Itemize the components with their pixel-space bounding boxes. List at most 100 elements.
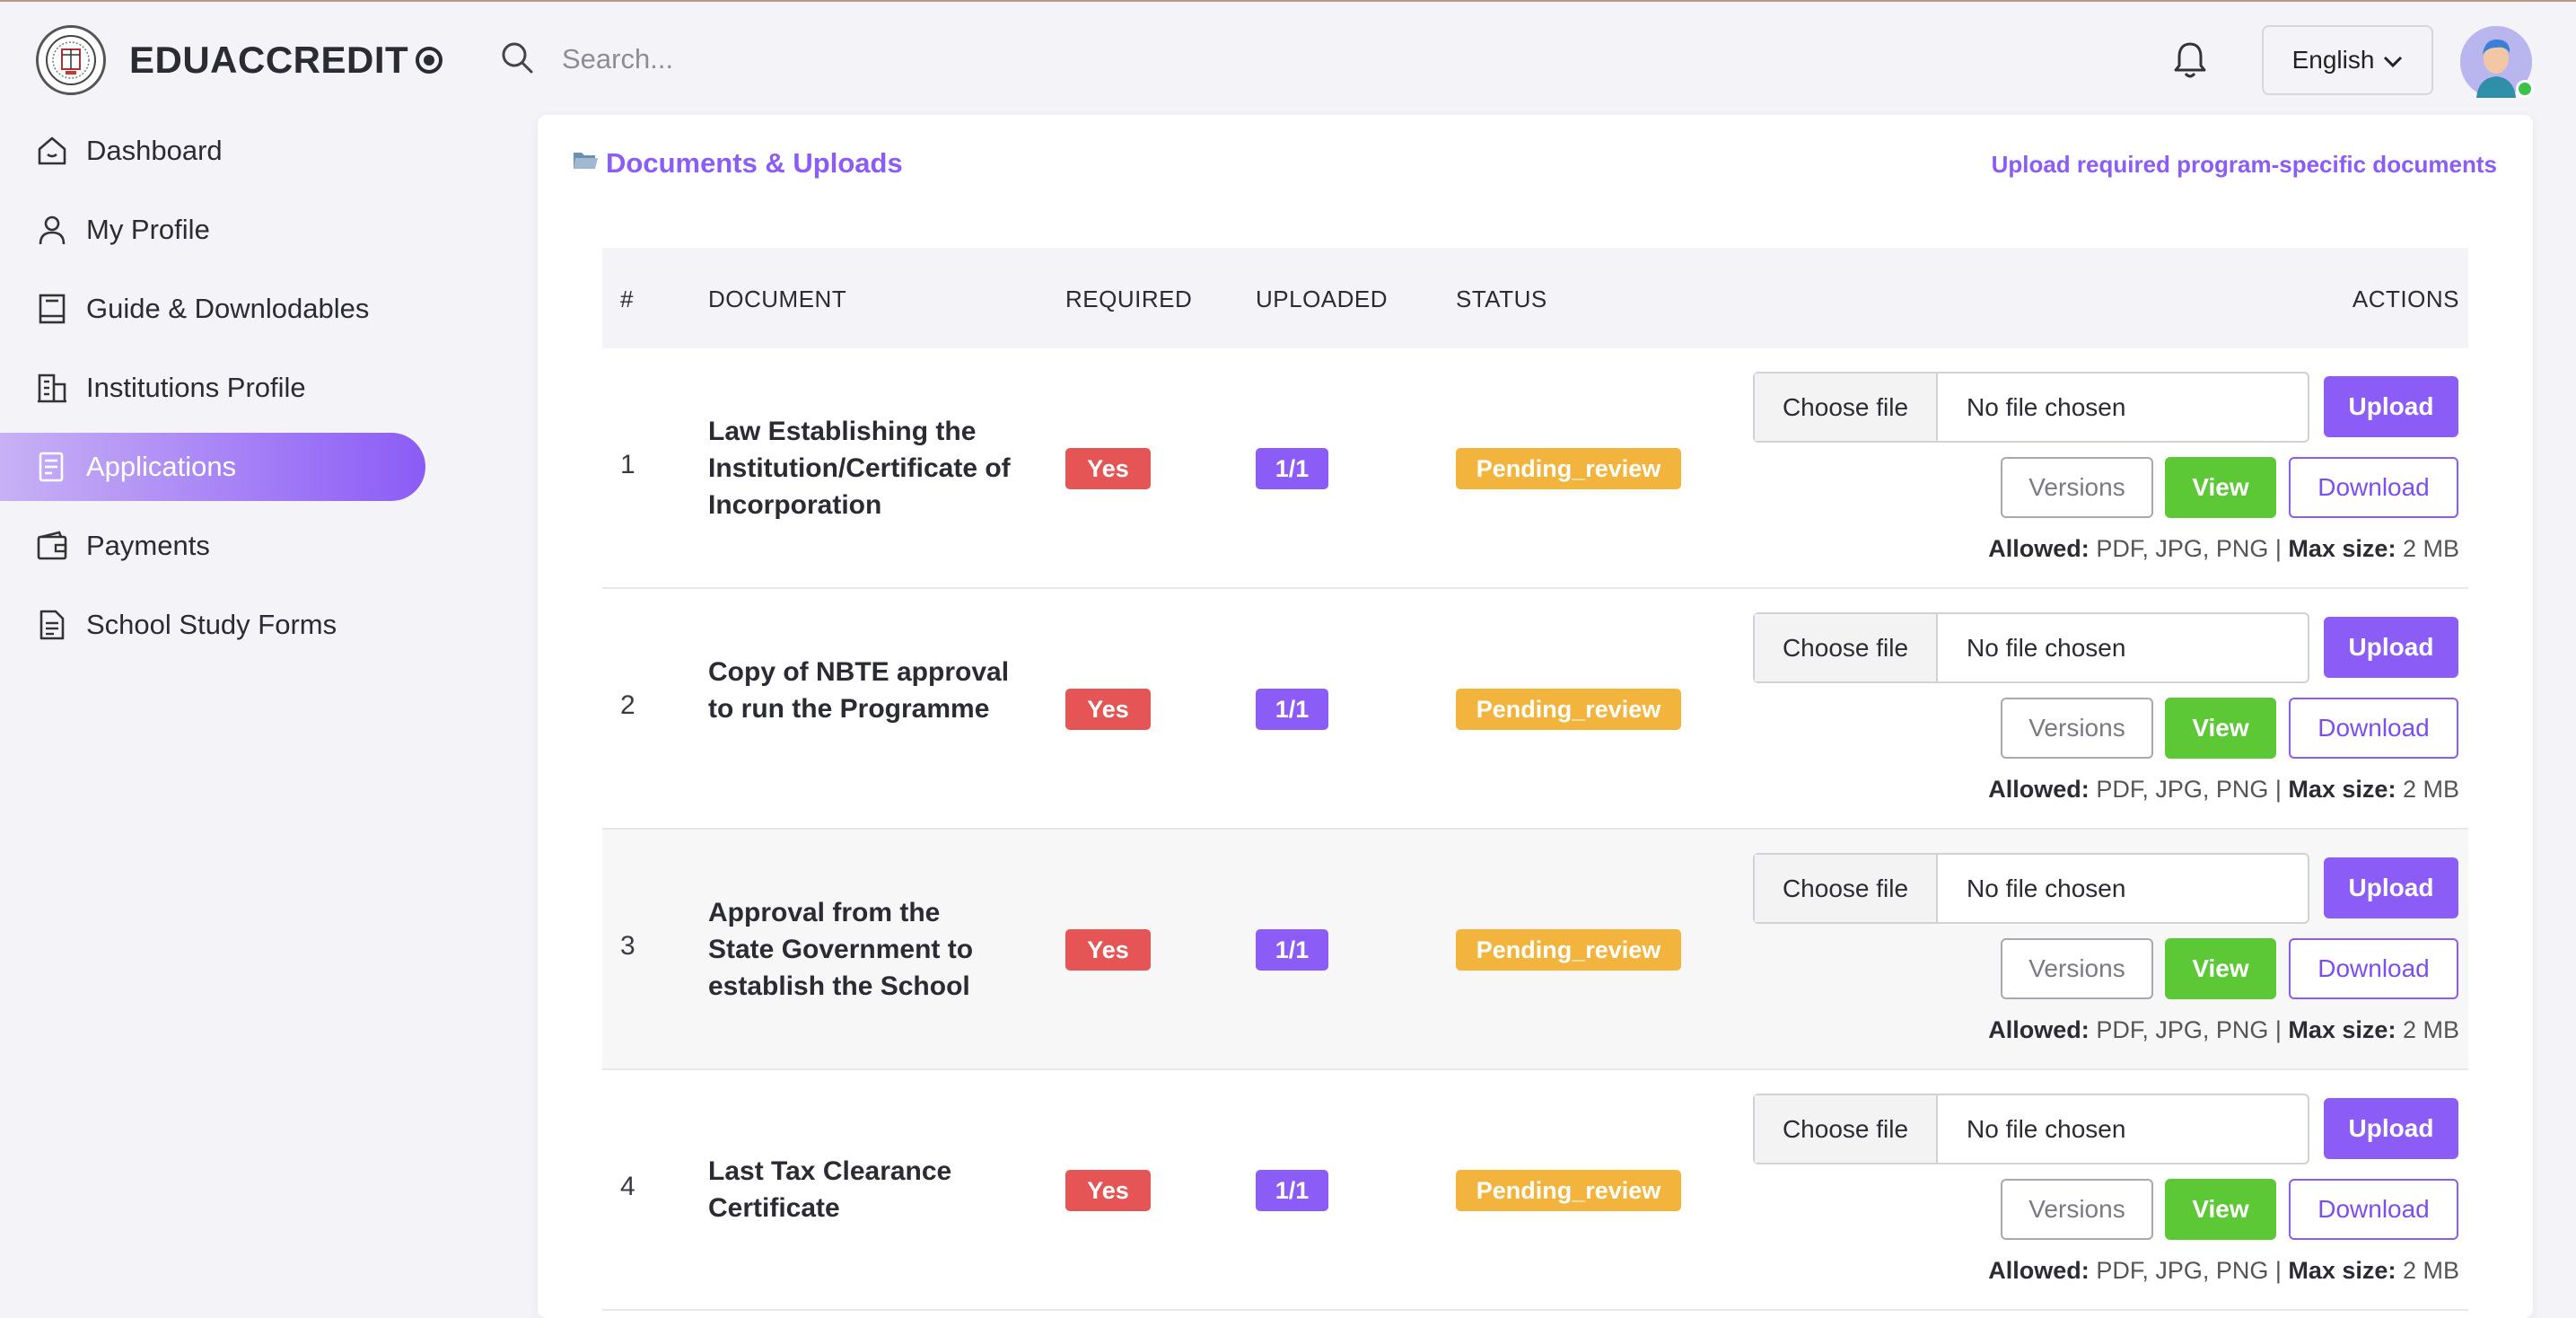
uploaded-badge: 1/1 [1256, 689, 1328, 730]
download-button[interactable]: Download [2289, 938, 2458, 999]
sidebar-item-dashboard[interactable]: Dashboard [0, 117, 431, 185]
sidebar-item-applications[interactable]: Applications [0, 433, 425, 501]
column-header-num: # [620, 286, 634, 312]
table-header: # DOCUMENT REQUIRED UPLOADED STATUS ACTI… [602, 248, 2468, 348]
versions-button[interactable]: Versions [2001, 1179, 2153, 1240]
choose-file-button[interactable]: Choose file [1755, 855, 1938, 922]
download-button[interactable]: Download [2289, 698, 2458, 759]
document-name: Copy of NBTE approval to run the Program… [708, 657, 1010, 724]
online-status-indicator [2516, 80, 2534, 98]
view-button[interactable]: View [2165, 1179, 2276, 1240]
uploaded-badge: 1/1 [1256, 448, 1328, 489]
sidebar-item-my-profile[interactable]: My Profile [0, 196, 431, 264]
download-button[interactable]: Download [2289, 457, 2458, 518]
sidebar-item-school-study-forms[interactable]: School Study Forms [0, 591, 431, 659]
document-name: Law Establishing the Institution/Certifi… [708, 417, 1011, 520]
max-size-label: Max size: [2288, 1016, 2396, 1043]
max-size-label: Max size: [2288, 535, 2396, 562]
allowed-types: PDF, JPG, PNG [2096, 535, 2269, 562]
language-selector[interactable]: English [2262, 25, 2433, 95]
allowed-label: Allowed: [1988, 1257, 2090, 1284]
upload-button[interactable]: Upload [2324, 857, 2458, 918]
upload-button[interactable]: Upload [2324, 1098, 2458, 1159]
brand-mark-icon [416, 47, 443, 74]
view-button[interactable]: View [2165, 698, 2276, 759]
status-badge: Pending_review [1456, 1170, 1681, 1211]
row-number: 4 [620, 1172, 635, 1201]
card-subtitle: Upload required program-specific documen… [1991, 151, 2497, 178]
table-row: 4 Last Tax Clearance Certificate Yes 1/1… [602, 1070, 2468, 1311]
versions-button[interactable]: Versions [2001, 698, 2153, 759]
document-icon [34, 607, 70, 643]
choose-file-button[interactable]: Choose file [1755, 1095, 1938, 1163]
file-input[interactable]: Choose file No file chosen [1753, 372, 2309, 443]
view-button[interactable]: View [2165, 938, 2276, 999]
sidebar-nav: Dashboard My Profile Guide & Downlodable… [0, 117, 431, 670]
table-row: 2 Copy of NBTE approval to run the Progr… [602, 589, 2468, 830]
sidebar-item-label: Payments [86, 530, 210, 561]
view-button[interactable]: View [2165, 457, 2276, 518]
required-badge: Yes [1065, 448, 1151, 489]
sidebar-item-label: Applications [86, 451, 237, 482]
max-size-value: 2 MB [2402, 1257, 2459, 1284]
search-icon[interactable] [499, 40, 535, 80]
file-input[interactable]: Choose file No file chosen [1753, 853, 2309, 924]
column-header-uploaded: UPLOADED [1256, 286, 1389, 312]
max-size-label: Max size: [2288, 1257, 2396, 1284]
choose-file-button[interactable]: Choose file [1755, 614, 1938, 681]
max-size-value: 2 MB [2402, 776, 2459, 803]
sidebar-item-institutions-profile[interactable]: Institutions Profile [0, 354, 431, 422]
user-avatar[interactable] [2460, 26, 2534, 98]
wallet-icon [34, 528, 70, 564]
versions-button[interactable]: Versions [2001, 938, 2153, 999]
sidebar-item-guide-downloadables[interactable]: Guide & Downlodables [0, 275, 431, 343]
sidebar-item-payments[interactable]: Payments [0, 512, 431, 580]
file-name-text: No file chosen [1967, 1114, 2126, 1143]
download-button[interactable]: Download [2289, 1179, 2458, 1240]
documents-table: # DOCUMENT REQUIRED UPLOADED STATUS ACTI… [602, 248, 2468, 1311]
status-badge: Pending_review [1456, 448, 1681, 489]
required-badge: Yes [1065, 929, 1151, 971]
upload-button[interactable]: Upload [2324, 376, 2458, 437]
sidebar-item-label: School Study Forms [86, 609, 337, 640]
choose-file-button[interactable]: Choose file [1755, 373, 1938, 441]
column-header-actions: ACTIONS [2352, 286, 2459, 312]
row-number: 2 [620, 690, 635, 720]
versions-button[interactable]: Versions [2001, 457, 2153, 518]
top-bar: EDUACCREDIT English [0, 0, 2576, 115]
max-size-label: Max size: [2288, 776, 2396, 803]
home-icon [34, 133, 70, 169]
table-row: 3 Approval from the State Government to … [602, 830, 2468, 1070]
card-title: Documents & Uploads [572, 147, 903, 180]
sidebar-item-label: Guide & Downlodables [86, 293, 370, 324]
status-badge: Pending_review [1456, 929, 1681, 971]
search-input[interactable] [560, 42, 1099, 76]
sidebar-item-label: My Profile [86, 214, 210, 245]
file-name-text: No file chosen [1967, 633, 2126, 662]
row-number: 1 [620, 450, 635, 479]
file-constraints: Allowed: PDF, JPG, PNG | Max size: 2 MB [1988, 535, 2459, 562]
column-header-status: STATUS [1456, 286, 1547, 312]
file-input[interactable]: Choose file No file chosen [1753, 612, 2309, 683]
institution-seal-logo [36, 25, 106, 95]
file-name-text: No file chosen [1967, 874, 2126, 902]
card-title-text: Documents & Uploads [606, 147, 903, 179]
row-number: 3 [620, 931, 635, 961]
language-label: English [2291, 46, 2375, 74]
document-name: Last Tax Clearance Certificate [708, 1156, 952, 1223]
allowed-types: PDF, JPG, PNG [2096, 1257, 2269, 1284]
max-size-value: 2 MB [2402, 535, 2459, 562]
brand-name: EDUACCREDIT [129, 39, 409, 81]
column-header-required: REQUIRED [1065, 286, 1193, 312]
file-list-icon [34, 449, 70, 485]
sidebar-item-label: Dashboard [86, 135, 223, 166]
file-input[interactable]: Choose file No file chosen [1753, 1094, 2309, 1164]
notification-bell-icon[interactable] [2170, 40, 2210, 85]
max-size-value: 2 MB [2402, 1016, 2459, 1043]
documents-card: Documents & Uploads Upload required prog… [538, 115, 2533, 1318]
upload-button[interactable]: Upload [2324, 617, 2458, 678]
file-constraints: Allowed: PDF, JPG, PNG | Max size: 2 MB [1988, 1016, 2459, 1043]
file-constraints: Allowed: PDF, JPG, PNG | Max size: 2 MB [1988, 776, 2459, 803]
brand[interactable]: EDUACCREDIT [36, 23, 443, 97]
allowed-label: Allowed: [1988, 776, 2090, 803]
